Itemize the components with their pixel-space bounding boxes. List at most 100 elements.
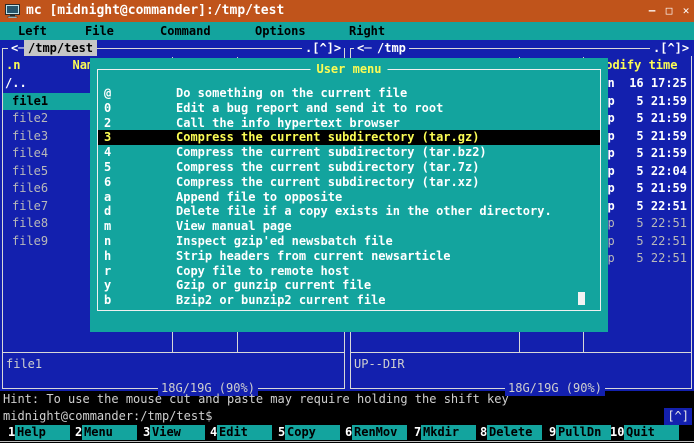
user-menu-item-key: b	[104, 293, 111, 308]
left-panel-corner-buttons[interactable]: .[^]>	[302, 41, 344, 56]
user-menu-item-key: r	[104, 264, 111, 279]
user-menu-item-key: 5	[104, 160, 111, 175]
fnkey-view-button[interactable]: View	[150, 425, 205, 440]
user-menu-item[interactable]: 6 Compress the current subdirectory (tar.…	[98, 175, 600, 190]
dialog-title: User menu	[310, 61, 387, 77]
user-menu-item[interactable]: 0 Edit a bug report and send it to root	[98, 101, 600, 116]
menu-left[interactable]: Left	[18, 22, 47, 40]
fnkey-number: 5	[278, 425, 285, 440]
fnkey-pulldn-button[interactable]: PullDn	[556, 425, 611, 440]
user-menu-item[interactable]: m View manual page	[98, 219, 600, 234]
right-panel-right-border	[691, 48, 692, 389]
user-menu-item-key: 0	[104, 101, 111, 116]
right-mtime-header[interactable]: Modify time	[598, 57, 677, 74]
menu-file[interactable]: File	[85, 22, 114, 40]
fnkey-help-button[interactable]: Help	[15, 425, 70, 440]
user-menu-item-key: d	[104, 204, 111, 219]
user-menu-item-key: 3	[104, 130, 111, 145]
terminal-app-icon	[5, 4, 21, 18]
user-menu-item-key: n	[104, 234, 111, 249]
terminal-window: mc [midnight@commander]:/tmp/test – □ ✕ …	[0, 0, 694, 443]
menu-options[interactable]: Options	[255, 22, 306, 40]
right-panel-path[interactable]: /tmp	[374, 41, 409, 56]
user-menu-item[interactable]: d Delete file if a copy exists in the oth…	[98, 204, 600, 219]
shell-prompt[interactable]: midnight@commander:/tmp/test$	[3, 408, 213, 425]
user-menu-item-key: y	[104, 278, 111, 293]
user-menu-item[interactable]: @ Do something on the current file	[98, 86, 600, 101]
user-menu-item-label: View manual page	[176, 219, 292, 234]
function-key-bar: 1Help 2Menu 3View 4Edit 5Copy 6RenMov 7Mkdir 8D…	[0, 425, 694, 440]
command-line[interactable]: midnight@commander:/tmp/test$ [^]	[0, 408, 694, 425]
user-menu-item-label: Compress the current subdirectory (tar.b…	[176, 145, 487, 160]
user-menu-item[interactable]: b Bzip2 or bunzip2 current file	[98, 293, 600, 308]
user-menu-item[interactable]: y Gzip or gunzip current file	[98, 278, 600, 293]
user-menu-item-label: Compress the current subdirectory (tar.7…	[176, 160, 479, 175]
user-menu-item-key: @	[104, 86, 111, 101]
right-panel-corner-buttons[interactable]: .[^]>	[650, 41, 692, 56]
hint-line: Hint: To use the mouse cut and paste may…	[0, 391, 694, 408]
user-menu-item-label: Bzip2 or bunzip2 current file	[176, 293, 386, 308]
fnkey-number: 3	[143, 425, 150, 440]
window-title: mc [midnight@commander]:/tmp/test	[26, 0, 284, 22]
fnkey-number: 9	[549, 425, 556, 440]
right-panel-ministatus-separator	[351, 352, 691, 353]
menu-right[interactable]: Right	[349, 22, 385, 40]
window-titlebar[interactable]: mc [midnight@commander]:/tmp/test – □ ✕	[0, 0, 694, 22]
user-menu-item-label: Delete file if a copy exists in the othe…	[176, 204, 552, 219]
window-bottom-edge	[0, 441, 694, 442]
user-menu-item[interactable]: a Append file to opposite	[98, 190, 600, 205]
user-menu-item-key: h	[104, 249, 111, 264]
user-menu-item-label: Call the info hypertext browser	[176, 116, 400, 131]
user-menu-item-key: a	[104, 190, 111, 205]
user-menu-item-label: Compress the current subdirectory (tar.x…	[176, 175, 479, 190]
left-panel-path[interactable]: /tmp/test	[24, 40, 97, 56]
fnkey-renmov-button[interactable]: RenMov	[352, 425, 407, 440]
close-icon[interactable]: ✕	[679, 0, 693, 22]
user-menu-item-label: Compress the current subdirectory (tar.g…	[176, 130, 479, 145]
user-menu-item-key: 6	[104, 175, 111, 190]
menu-command[interactable]: Command	[160, 22, 211, 40]
left-sort-indicator[interactable]: .n	[6, 57, 20, 74]
user-menu-item[interactable]: n Inspect gzip'ed newsbatch file	[98, 234, 600, 249]
minimize-icon[interactable]: –	[645, 0, 659, 22]
fnkey-number: 4	[210, 425, 217, 440]
dialog-item-list: @ Do something on the current file 0 Edit a…	[98, 86, 600, 308]
right-panel-back-arrow[interactable]: <─	[354, 41, 374, 56]
user-menu-item-label: Append file to opposite	[176, 190, 342, 205]
user-menu-item[interactable]: h Strip headers from current newsarticle	[98, 249, 600, 264]
fnkey-number: 10	[610, 425, 624, 440]
user-menu-item[interactable]: 2 Call the info hypertext browser	[98, 116, 600, 131]
user-menu-item[interactable]: 4 Compress the current subdirectory (tar.…	[98, 145, 600, 160]
user-menu-item-key: 4	[104, 145, 111, 160]
history-button[interactable]: [^]	[664, 408, 692, 425]
user-menu-item[interactable]: 5 Compress the current subdirectory (tar.…	[98, 160, 600, 175]
user-menu-item-label: Inspect gzip'ed newsbatch file	[176, 234, 393, 249]
fnkey-menu-button[interactable]: Menu	[82, 425, 137, 440]
user-menu-item-label: Gzip or gunzip current file	[176, 278, 371, 293]
left-panel-ministatus-separator	[3, 352, 344, 353]
fnkey-mkdir-button[interactable]: Mkdir	[421, 425, 476, 440]
user-menu-item-label: Strip headers from current newsarticle	[176, 249, 451, 264]
fnkey-delete-button[interactable]: Delete	[487, 425, 542, 440]
user-menu-item[interactable]: r Copy file to remote host	[98, 264, 600, 279]
fnkey-number: 7	[414, 425, 421, 440]
fnkey-edit-button[interactable]: Edit	[217, 425, 272, 440]
user-menu-item-label: Edit a bug report and send it to root	[176, 101, 443, 116]
fnkey-number: 6	[345, 425, 352, 440]
user-menu-item-label: Copy file to remote host	[176, 264, 349, 279]
fnkey-number: 8	[480, 425, 487, 440]
maximize-icon[interactable]: □	[662, 0, 676, 22]
user-menu-item-label: Do something on the current file	[176, 86, 407, 101]
text-cursor	[578, 292, 585, 305]
right-mini-status: UP--DIR	[354, 356, 405, 373]
fnkey-quit-button[interactable]: Quit	[624, 425, 679, 440]
user-menu-item[interactable]: 3 Compress the current subdirectory (tar.…	[98, 130, 600, 145]
user-menu-item-key: 2	[104, 116, 111, 131]
user-menu-item-key: m	[104, 219, 111, 234]
fnkey-number: 2	[75, 425, 82, 440]
menubar: Left File Command Options Right	[0, 22, 694, 40]
fnkey-number: 1	[8, 425, 15, 440]
fnkey-copy-button[interactable]: Copy	[285, 425, 340, 440]
left-mini-status: file1	[6, 356, 42, 373]
user-menu-dialog: User menu @ Do something on the current f…	[90, 58, 608, 332]
